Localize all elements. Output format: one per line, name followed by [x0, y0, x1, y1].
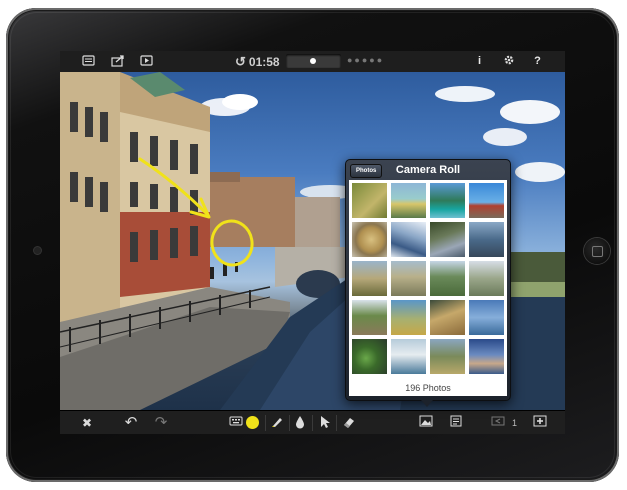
- front-camera: [34, 247, 41, 254]
- photo-thumbnail[interactable]: [430, 300, 465, 335]
- slider-knob[interactable]: [310, 58, 316, 64]
- image-icon[interactable]: [418, 415, 434, 431]
- page-number: 1: [512, 418, 518, 428]
- photo-thumbnail[interactable]: [352, 183, 387, 218]
- add-page-icon[interactable]: [532, 415, 548, 431]
- top-toolbar: ↺ 01:58 ●●●●● i ?: [60, 51, 565, 73]
- photo-thumbnail[interactable]: [430, 339, 465, 374]
- close-icon[interactable]: ✖: [79, 415, 95, 431]
- photo-grid: [349, 180, 507, 378]
- photo-thumbnail[interactable]: [469, 261, 504, 296]
- pointer-icon[interactable]: [317, 415, 333, 431]
- popover-arrow: [421, 400, 433, 407]
- photo-thumbnail[interactable]: [469, 183, 504, 218]
- eraser-icon[interactable]: [341, 415, 357, 431]
- camera-roll-popover: Photos Camera Roll 196 Photos: [345, 159, 511, 407]
- photo-thumbnail[interactable]: [391, 222, 426, 257]
- pen-icon[interactable]: [269, 415, 285, 431]
- help-icon[interactable]: ?: [530, 54, 545, 69]
- photo-count: 196 Photos: [405, 383, 451, 393]
- gear-icon[interactable]: [501, 54, 516, 69]
- bottom-toolbar: ✖ ↶ ↷ 1: [60, 410, 565, 434]
- page-dots: ●●●●●: [347, 55, 385, 65]
- photo-thumbnail[interactable]: [430, 183, 465, 218]
- toolbar-divider: [336, 415, 337, 431]
- play-icon[interactable]: [139, 54, 154, 69]
- toolbar-divider: [289, 415, 290, 431]
- undo-timer-icon[interactable]: ↺: [235, 53, 246, 70]
- photo-thumbnail[interactable]: [352, 300, 387, 335]
- photo-thumbnail[interactable]: [391, 339, 426, 374]
- document-icon[interactable]: [448, 415, 464, 431]
- ink-drop-icon[interactable]: [292, 415, 308, 431]
- undo-icon[interactable]: ↶: [123, 415, 139, 431]
- list-icon[interactable]: [81, 54, 96, 69]
- photo-thumbnail[interactable]: [352, 339, 387, 374]
- photo-thumbnail[interactable]: [430, 261, 465, 296]
- color-picker-swatch[interactable]: [246, 416, 259, 429]
- photo-thumbnail[interactable]: [391, 183, 426, 218]
- timer-value: 01:58: [248, 55, 280, 69]
- redo-icon[interactable]: ↷: [153, 415, 169, 431]
- timeline-slider[interactable]: [286, 54, 341, 68]
- photo-thumbnail[interactable]: [469, 339, 504, 374]
- info-icon[interactable]: i: [472, 54, 487, 69]
- photo-thumbnail[interactable]: [469, 300, 504, 335]
- recording-timer: ↺ 01:58: [235, 53, 280, 71]
- popover-title: Camera Roll: [395, 164, 461, 176]
- photo-thumbnail[interactable]: [391, 300, 426, 335]
- share-icon[interactable]: [110, 54, 125, 69]
- home-button[interactable]: [584, 238, 610, 264]
- previous-page-icon[interactable]: [490, 415, 506, 431]
- photo-thumbnail[interactable]: [352, 261, 387, 296]
- photo-thumbnail[interactable]: [352, 222, 387, 257]
- photo-thumbnail[interactable]: [430, 222, 465, 257]
- photo-thumbnail[interactable]: [391, 261, 426, 296]
- toolbar-divider: [312, 415, 313, 431]
- toolbar-divider: [265, 415, 266, 431]
- photo-thumbnail[interactable]: [469, 222, 504, 257]
- keyboard-icon[interactable]: [228, 415, 244, 431]
